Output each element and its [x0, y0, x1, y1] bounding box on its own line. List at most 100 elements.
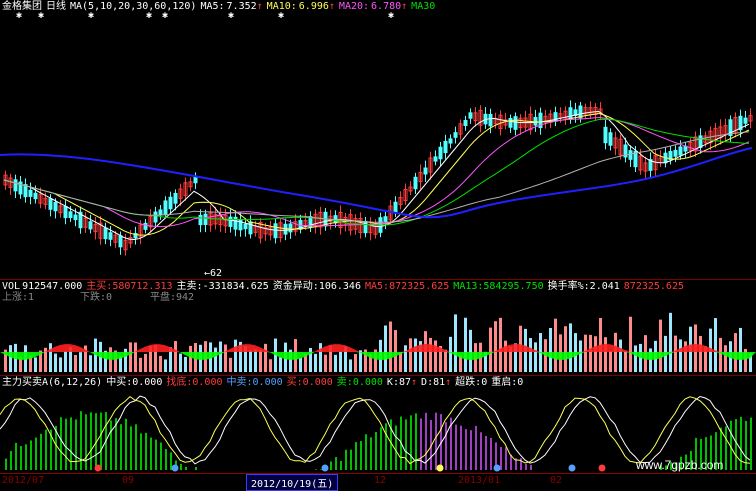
volume-bar [579, 340, 582, 372]
indicator-bar [420, 419, 422, 470]
indicator-bar [365, 434, 367, 470]
vol-ma13-label: MA13: [453, 281, 483, 292]
candle-body [159, 210, 162, 215]
indicator-bar [350, 450, 352, 470]
volume-bar [339, 352, 342, 372]
volume-bar [604, 337, 607, 372]
low-price-value: 62 [210, 268, 222, 279]
candle-body [469, 113, 472, 118]
panel-divider [0, 279, 756, 280]
kline-chart[interactable] [0, 0, 756, 487]
volume-bar [669, 313, 672, 372]
vol-value: 912547.000 [22, 281, 82, 292]
candle-body [424, 168, 427, 174]
volume-bar [609, 351, 612, 372]
candle-body [104, 228, 107, 239]
indicator-name[interactable]: 主力买卖A(6,12,26) [2, 377, 102, 388]
volume-bar [264, 344, 267, 372]
candle-body [414, 177, 417, 188]
date-label: 02 [550, 475, 562, 486]
candle-body [629, 151, 632, 160]
volume-bar [399, 352, 402, 372]
candle-body [744, 118, 747, 123]
vol-label: VOL [2, 281, 20, 292]
indicator-bar [85, 414, 87, 470]
indicator-bar [165, 449, 167, 470]
indicator-bar [445, 422, 447, 470]
signal-dot [322, 465, 329, 472]
volume-bar [554, 319, 557, 372]
zhaodi-value: 0.000 [192, 377, 222, 388]
date-axis: 2012/07 09 2012/10/19(五) 12 2013/01 02 [0, 473, 756, 488]
volume-bar [359, 350, 362, 372]
indicator-bar [735, 419, 737, 470]
candle-body [164, 201, 167, 214]
sell-value: 0.000 [353, 377, 383, 388]
volume-bar [569, 323, 572, 372]
indicator-bar [345, 450, 347, 470]
candle-body [244, 224, 247, 229]
volume-bar [454, 314, 457, 372]
zhongmai2-label: 中卖: [227, 377, 253, 388]
volume-bar [79, 352, 82, 372]
volume-bar [64, 351, 67, 372]
volume-bar [404, 345, 407, 372]
volume-bar [349, 359, 352, 372]
zhaodi-label: 找底: [166, 377, 192, 388]
volume-bar [594, 336, 597, 372]
indicator-bar [525, 464, 527, 470]
volume-bar [679, 339, 682, 372]
indicator-bar [395, 426, 397, 470]
indicator-bar [65, 419, 67, 470]
up-count: 上涨:1 [2, 292, 34, 304]
chongqi-label: 重启: [491, 377, 517, 388]
indicator-bar [20, 446, 22, 470]
volume-bar [179, 354, 182, 372]
candle-body [454, 133, 457, 138]
buy-label: 买: [287, 377, 303, 388]
volume-bar [229, 358, 232, 372]
volume-bar [534, 342, 537, 372]
candle-body [699, 136, 702, 148]
volume-bar [49, 343, 52, 372]
volume-bar [54, 354, 57, 372]
candle-body [34, 193, 37, 198]
indicator-bar [185, 467, 187, 470]
volume-bar [389, 322, 392, 372]
indicator-bar [485, 436, 487, 470]
volume-bar [214, 348, 217, 372]
volume-bar [449, 337, 452, 372]
indicator-bar [380, 427, 382, 470]
indicator-bar [140, 433, 142, 470]
candle-body [289, 224, 292, 232]
volume-bar [634, 345, 637, 372]
candle-body [604, 127, 607, 142]
candle-body [89, 222, 92, 229]
indicator-bar [155, 440, 157, 470]
volume-bar [624, 350, 627, 372]
volume-bar [499, 318, 502, 372]
ma5-line [4, 112, 749, 240]
selected-date-label[interactable]: 2012/10/19(五) [246, 474, 338, 491]
date-label: 2012/07 [2, 475, 44, 486]
fund-flow-green [0, 352, 756, 360]
indicator-bar [30, 440, 32, 470]
main-buy-label: 主买: [86, 281, 112, 292]
panel-divider [0, 375, 756, 376]
candle-body [64, 206, 67, 217]
indicator-bar [90, 412, 92, 470]
indicator-bar [15, 443, 17, 470]
zhongmai2-value: 0.000 [253, 377, 283, 388]
vol-ma13-value: 584295.750 [483, 281, 543, 292]
volume-bar [139, 358, 142, 372]
chaodie-label: 超跌: [455, 377, 481, 388]
volume-bar [724, 345, 727, 372]
volume-bar [564, 326, 567, 372]
volume-bar [134, 342, 137, 372]
indicator-bar [375, 432, 377, 470]
candle-body [514, 117, 517, 130]
volume-bar [429, 338, 432, 372]
chongqi-value: 0 [517, 377, 523, 388]
signal-dot [569, 465, 576, 472]
candle-body [204, 214, 207, 224]
